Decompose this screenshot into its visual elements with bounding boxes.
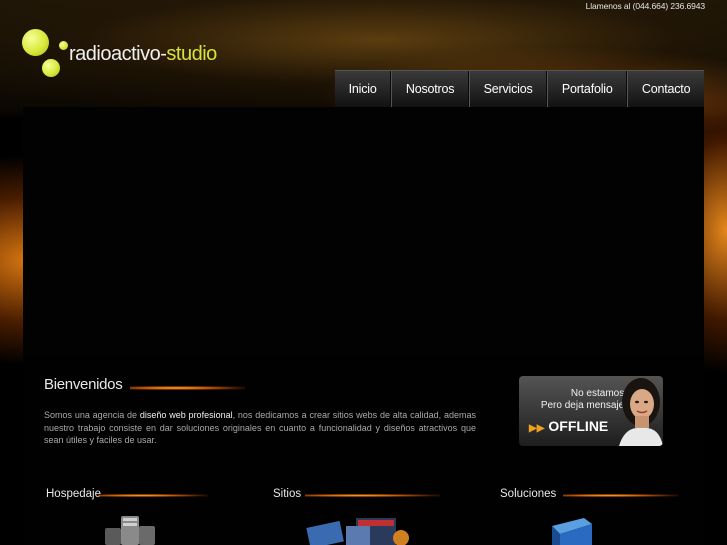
service-sitios-underline — [305, 494, 440, 497]
welcome-title-underline — [130, 386, 245, 390]
service-hospedaje-underline — [98, 494, 208, 497]
chat-status-label: OFFLINE — [548, 418, 609, 434]
logo-dot-large — [22, 29, 49, 56]
logo-text-main: radioactivo- — [69, 43, 167, 65]
welcome-title: Bienvenidos — [44, 376, 123, 393]
nav-item-nosotros[interactable]: Nosotros — [391, 71, 469, 107]
banner-slideshow[interactable] — [23, 107, 704, 357]
software-box-icon — [552, 518, 592, 545]
double-arrow-icon: ▶▶ — [529, 423, 545, 434]
logo-dot-medium — [42, 59, 60, 77]
live-chat-widget[interactable]: No estamos. Pero deja mensaje! ▶▶ OFFLINE — [519, 376, 663, 446]
server-icon — [105, 516, 155, 545]
phone-number: Llamenos al (044.664) 236.6943 — [585, 1, 706, 11]
service-soluciones-title[interactable]: Soluciones — [500, 488, 556, 500]
service-sitios-title[interactable]: Sitios — [273, 488, 301, 500]
logo-text-accent: studio — [166, 43, 217, 65]
nav-item-contacto[interactable]: Contacto — [627, 71, 704, 107]
website-screens-icon — [306, 518, 409, 545]
logo-wordmark: radioactivo-studio — [69, 43, 217, 66]
chat-status: ▶▶ OFFLINE — [529, 418, 608, 434]
welcome-text-before: Somos una agencia de — [44, 410, 140, 420]
main-nav: Inicio Nosotros Servicios Portafolio Con… — [335, 70, 704, 107]
nav-item-inicio[interactable]: Inicio — [335, 71, 392, 107]
service-hospedaje-title[interactable]: Hospedaje — [46, 488, 101, 500]
site-logo[interactable]: radioactivo-studio — [22, 28, 237, 78]
chat-line-2: Pero deja mensaje! — [540, 400, 627, 411]
nav-item-portafolio[interactable]: Portafolio — [547, 71, 628, 107]
logo-dot-small — [59, 41, 68, 50]
chat-message: No estamos. Pero deja mensaje! — [527, 388, 627, 412]
welcome-text-highlight: diseño web profesional — [139, 410, 233, 420]
service-soluciones-underline — [563, 494, 678, 497]
welcome-text: Somos una agencia de diseño web profesio… — [44, 409, 476, 447]
main-content-panel — [23, 107, 704, 545]
chat-line-1: No estamos. — [570, 388, 627, 399]
nav-item-servicios[interactable]: Servicios — [468, 71, 548, 107]
chat-agent-avatar — [619, 378, 663, 446]
